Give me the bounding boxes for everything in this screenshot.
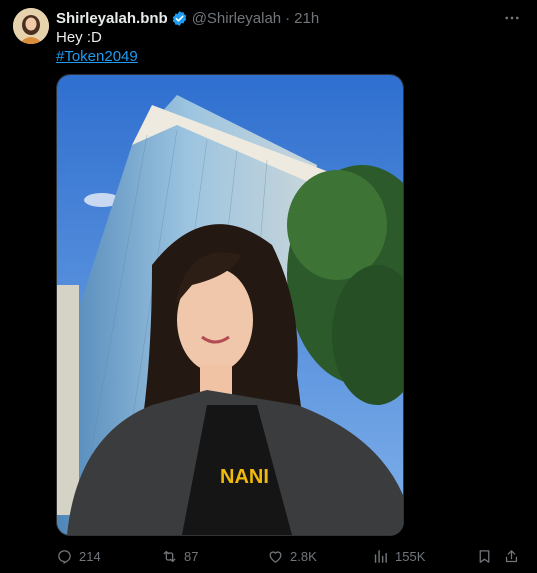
action-bar: 214 87 2.8K 155K (56, 546, 526, 566)
share-icon (505, 549, 518, 562)
tweet-card[interactable]: Shirleyalah.bnb @Shirleyalah · 21h Hey :… (0, 0, 537, 573)
tweet-header: Shirleyalah.bnb @Shirleyalah · 21h (56, 8, 319, 28)
views-button[interactable]: 155K (372, 546, 425, 566)
hashtag-link[interactable]: #Token2049 (56, 47, 138, 66)
post-timestamp[interactable]: 21h (294, 10, 319, 27)
repost-button[interactable]: 87 (161, 546, 198, 566)
views-bar-chart-icon (374, 549, 387, 563)
shirt-logo-text: NANI (220, 466, 269, 488)
share-button[interactable] (503, 546, 520, 566)
avatar[interactable] (13, 8, 49, 44)
reply-count: 214 (79, 548, 101, 564)
reply-button[interactable]: 214 (56, 546, 101, 566)
bookmark-icon (479, 549, 490, 563)
like-button[interactable]: 2.8K (267, 546, 317, 566)
repost-icon (163, 550, 176, 562)
bookmark-button[interactable] (476, 546, 493, 566)
view-count: 155K (395, 548, 426, 564)
author-display-name[interactable]: Shirleyalah.bnb (56, 10, 168, 27)
repost-count: 87 (184, 548, 199, 564)
post-photo[interactable]: NANI (56, 74, 404, 536)
post-text: Hey :D (56, 29, 102, 46)
like-count: 2.8K (290, 548, 317, 564)
author-handle[interactable]: @Shirleyalah (192, 10, 281, 27)
more-horizontal-icon[interactable] (501, 8, 523, 28)
heart-icon (269, 550, 282, 563)
reply-icon (58, 549, 71, 564)
verified-badge-icon (171, 10, 188, 27)
separator-dot: · (285, 9, 291, 27)
tweet-text: Hey :D #Token2049 (56, 28, 138, 66)
